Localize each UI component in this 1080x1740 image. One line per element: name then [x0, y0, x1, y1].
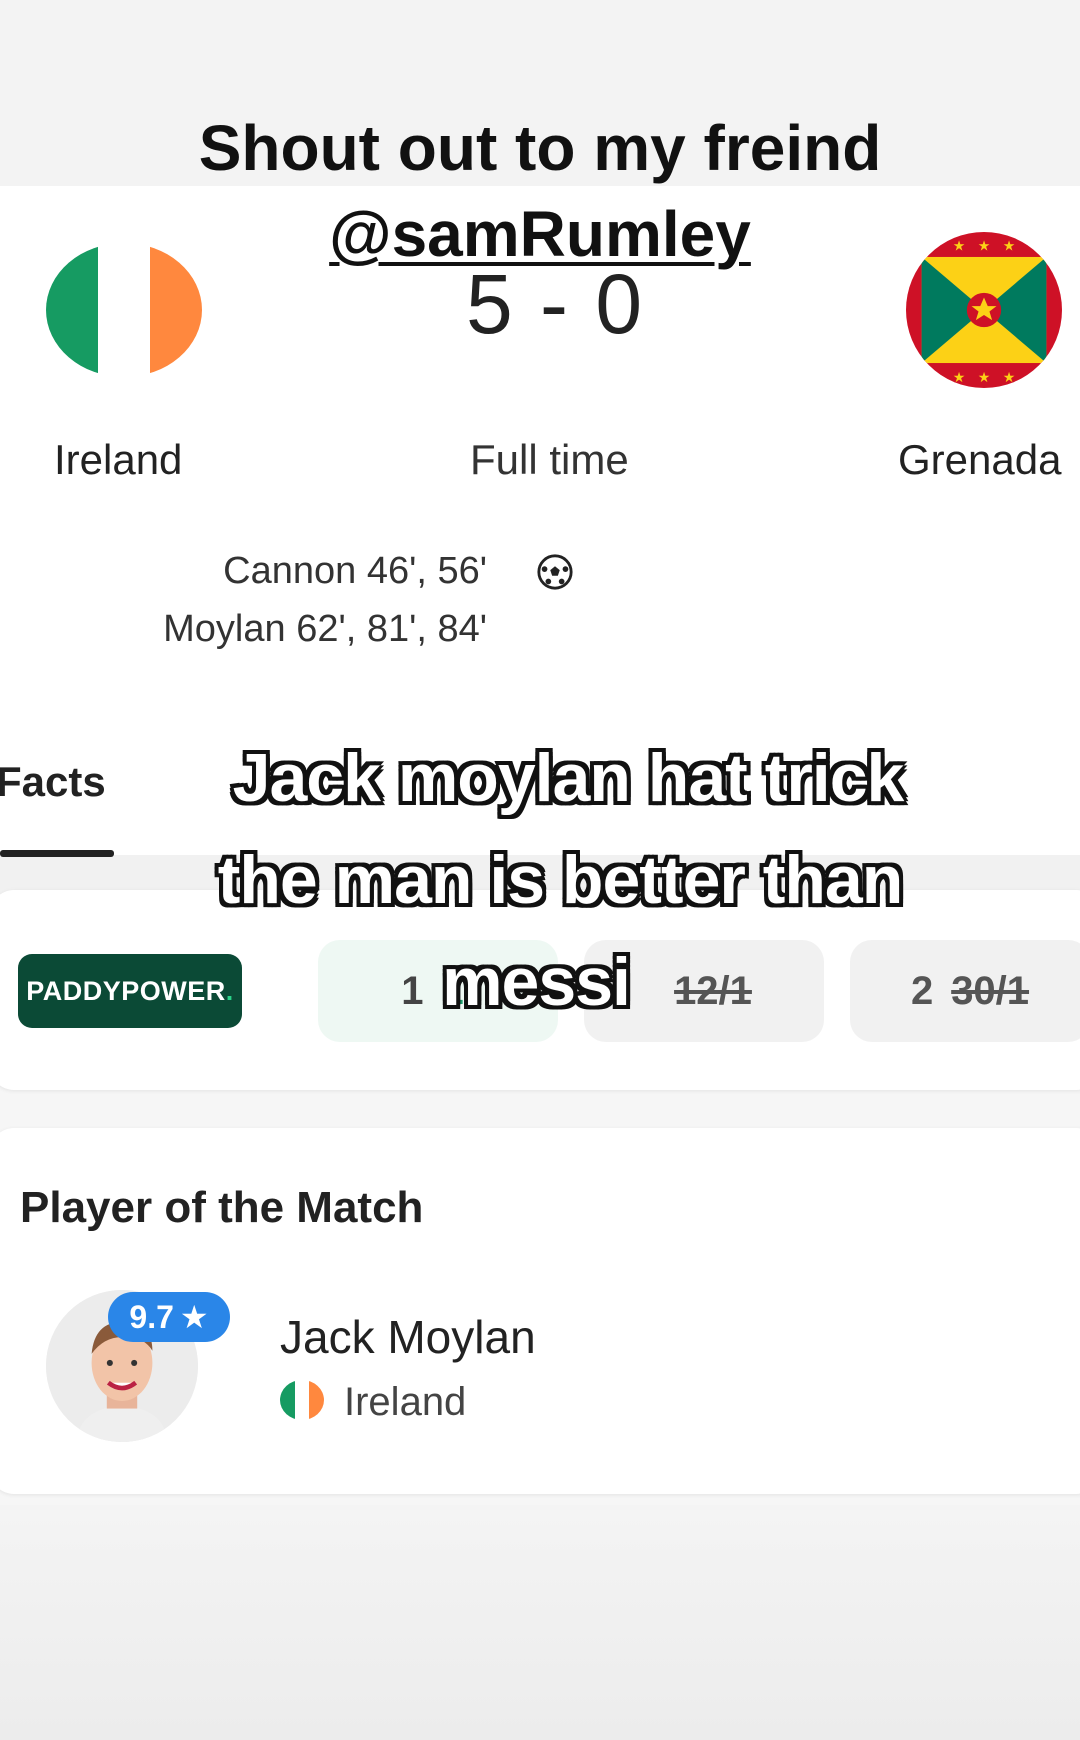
rating-badge: 9.7 ★ [108, 1292, 230, 1342]
home-team-name[interactable]: Ireland [54, 436, 182, 484]
bottom-band [0, 1505, 1080, 1740]
overlay-caption: messi [442, 944, 631, 1020]
overlay-mention[interactable]: @samRumley [140, 202, 940, 266]
goal-scorer: Cannon 46', 56' [223, 550, 487, 592]
overlay-caption: Jack moylan hat trick [232, 740, 905, 816]
overlay-title: Shout out to my freind [198, 112, 882, 184]
ireland-flag-icon [280, 1380, 324, 1420]
player-name[interactable]: Jack Moylan [280, 1310, 536, 1364]
star-icon: ★ [179, 1299, 209, 1335]
rating-value: 9.7 [129, 1298, 174, 1335]
match-status: Full time [470, 436, 629, 483]
soccer-ball-icon [537, 554, 573, 590]
svg-text:★: ★ [978, 238, 991, 254]
svg-text:★: ★ [978, 369, 991, 385]
svg-text:★: ★ [953, 369, 966, 385]
svg-text:★: ★ [953, 238, 966, 254]
section-title: Player of the Match [20, 1183, 424, 1232]
player-country: Ireland [344, 1380, 467, 1424]
away-team-name[interactable]: Grenada [898, 436, 1061, 484]
match-score: 5 - 0 [465, 257, 645, 351]
svg-text:★: ★ [1003, 238, 1016, 254]
goal-scorer: Moylan 62', 81', 84' [163, 608, 487, 650]
overlay-caption: the man is better than [217, 842, 904, 918]
